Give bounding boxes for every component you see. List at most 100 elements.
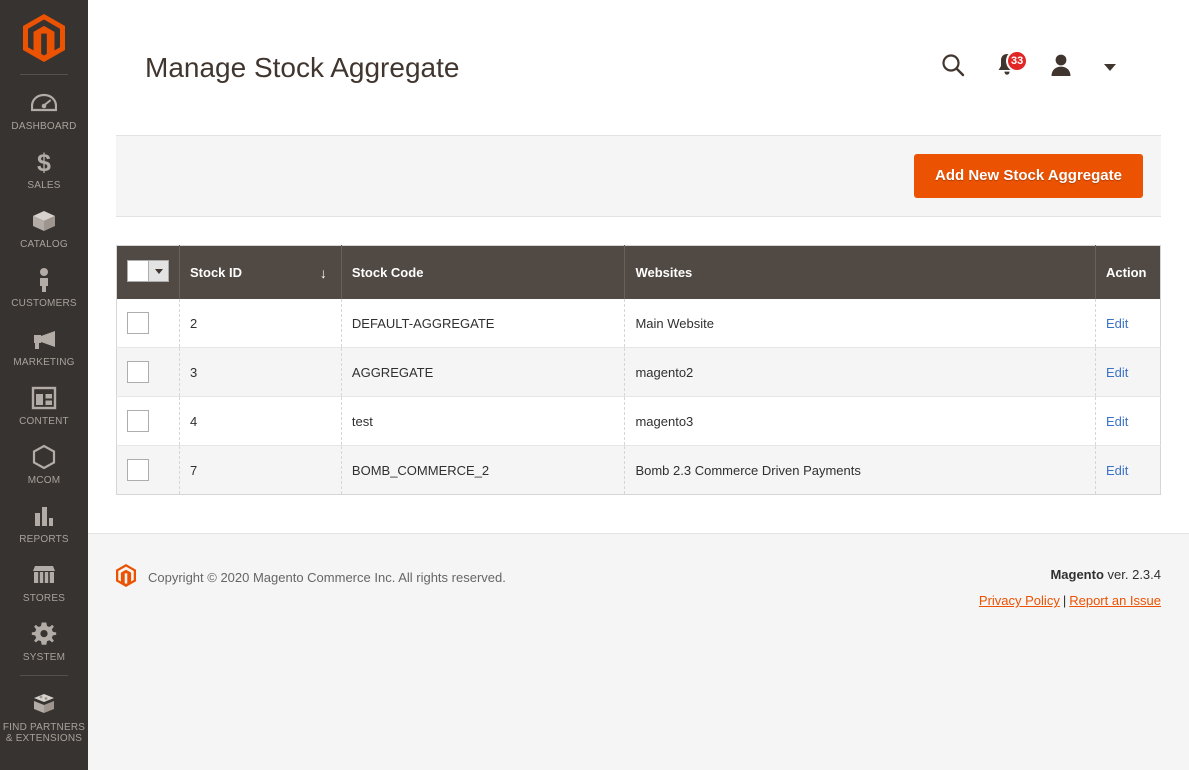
magento-brand-label: Magento <box>1050 567 1104 582</box>
page-footer: Copyright © 2020 Magento Commerce Inc. A… <box>88 533 1189 770</box>
sidebar-item-sales[interactable]: $ Sales <box>0 140 88 199</box>
sidebar-item-marketing[interactable]: Marketing <box>0 317 88 376</box>
copyright-block: Copyright © 2020 Magento Commerce Inc. A… <box>116 564 506 590</box>
sidebar-item-label: System <box>22 652 66 663</box>
sidebar-item-mcom[interactable]: MCOM <box>0 435 88 494</box>
chevron-down-icon <box>154 268 163 274</box>
sidebar-item-system[interactable]: System <box>0 612 88 671</box>
cell-stock-code: BOMB_COMMERCE_2 <box>341 445 626 495</box>
search-button[interactable] <box>926 48 980 88</box>
page-actions-toolbar: Add New Stock Aggregate <box>116 136 1161 217</box>
copyright-text: Copyright © 2020 Magento Commerce Inc. A… <box>148 569 506 585</box>
cell-stock-code: DEFAULT-AGGREGATE <box>341 299 626 348</box>
edit-link[interactable]: Edit <box>1106 414 1128 429</box>
account-button[interactable] <box>1034 48 1088 88</box>
main-content: Manage Stock Aggregate 33 Add New Stock … <box>88 0 1189 770</box>
grid-body: 2 DEFAULT-AGGREGATE Main Website Edit 3 … <box>116 299 1161 495</box>
magento-logo[interactable] <box>0 10 88 70</box>
select-all-checkbox[interactable] <box>127 260 149 282</box>
user-icon <box>1049 52 1073 83</box>
edit-link[interactable]: Edit <box>1106 316 1128 331</box>
edit-link[interactable]: Edit <box>1106 463 1128 478</box>
sidebar-item-label: Stores <box>22 593 66 604</box>
grid-head: Stock ID ↓ Stock Code Websites Action <box>116 245 1161 299</box>
column-header-stock-code[interactable]: Stock Code <box>341 245 626 299</box>
cell-websites: Bomb 2.3 Commerce Driven Payments <box>624 445 1097 495</box>
privacy-policy-link[interactable]: Privacy Policy <box>979 593 1060 608</box>
sidebar-item-catalog[interactable]: Catalog <box>0 199 88 258</box>
svg-text:$: $ <box>37 149 51 175</box>
column-header-action: Action <box>1095 245 1161 299</box>
admin-page: Dashboard $ Sales Catalog <box>0 0 1189 770</box>
table-row[interactable]: 2 DEFAULT-AGGREGATE Main Website Edit <box>116 299 1161 348</box>
column-header-stock-id[interactable]: Stock ID ↓ <box>179 245 342 299</box>
bricks-icon <box>31 691 57 717</box>
sidebar-item-customers[interactable]: Customers <box>0 258 88 317</box>
table-row[interactable]: 7 BOMB_COMMERCE_2 Bomb 2.3 Commerce Driv… <box>116 445 1161 495</box>
row-checkbox-cell <box>116 396 180 446</box>
hexagon-icon <box>32 444 56 470</box>
column-label: Action <box>1106 265 1147 280</box>
sidebar-item-content[interactable]: Content <box>0 376 88 435</box>
magento-logo-icon <box>116 564 136 590</box>
chevron-down-icon <box>1103 59 1117 77</box>
row-checkbox-cell <box>116 445 180 495</box>
footer-version-block: Magento ver. 2.3.4 Privacy Policy | Report… <box>979 564 1161 612</box>
row-checkbox[interactable] <box>127 410 149 432</box>
cell-stock-code: test <box>341 396 626 446</box>
cell-websites: Main Website <box>624 299 1097 348</box>
magento-logo-icon <box>23 13 65 67</box>
sidebar-item-reports[interactable]: Reports <box>0 494 88 553</box>
gear-icon <box>31 621 57 647</box>
dashboard-icon <box>31 90 57 116</box>
cell-stock-code: AGGREGATE <box>341 347 626 397</box>
layout-icon <box>31 385 57 411</box>
column-label: Stock ID <box>190 265 243 280</box>
report-issue-link[interactable]: Report an Issue <box>1069 593 1161 608</box>
row-checkbox[interactable] <box>127 312 149 334</box>
column-label: Stock Code <box>351 265 424 280</box>
dollar-icon: $ <box>34 149 54 175</box>
stock-aggregate-grid: Stock ID ↓ Stock Code Websites Action 2 … <box>116 245 1161 495</box>
bar-chart-icon <box>32 503 56 529</box>
sidebar-item-stores[interactable]: Stores <box>0 553 88 612</box>
notifications-badge: 33 <box>1006 49 1029 72</box>
sidebar-item-find-partners[interactable]: Find Partners & Extensions <box>0 682 88 752</box>
sidebar-item-label: Dashboard <box>11 121 77 132</box>
footer-link-separator: | <box>1062 593 1067 608</box>
sidebar-item-label: Customers <box>11 298 77 309</box>
column-header-websites[interactable]: Websites <box>624 245 1097 299</box>
grid-table: Stock ID ↓ Stock Code Websites Action 2 … <box>116 245 1161 495</box>
sidebar-item-label: Find Partners & Extensions <box>2 722 86 744</box>
row-checkbox[interactable] <box>127 361 149 383</box>
add-new-stock-aggregate-button[interactable]: Add New Stock Aggregate <box>914 154 1143 198</box>
row-checkbox-cell <box>116 347 180 397</box>
notifications-button[interactable]: 33 <box>980 48 1034 88</box>
massaction-control[interactable] <box>127 260 169 282</box>
cell-action: Edit <box>1095 347 1161 397</box>
cell-action: Edit <box>1095 299 1161 348</box>
cell-websites: magento3 <box>624 396 1097 446</box>
row-checkbox-cell <box>116 299 180 348</box>
megaphone-icon <box>31 326 57 352</box>
cell-stock-id: 3 <box>179 347 342 397</box>
cell-action: Edit <box>1095 445 1161 495</box>
cell-websites: magento2 <box>624 347 1097 397</box>
account-menu-toggle[interactable] <box>1088 48 1132 88</box>
cell-stock-id: 2 <box>179 299 342 348</box>
cell-stock-id: 7 <box>179 445 342 495</box>
sidebar-item-label: Content <box>19 416 69 427</box>
sidebar-item-label: Sales <box>27 180 61 191</box>
cell-action: Edit <box>1095 396 1161 446</box>
page-header: Manage Stock Aggregate 33 <box>116 0 1161 136</box>
footer-links: Privacy Policy | Report an Issue <box>979 590 1161 612</box>
edit-link[interactable]: Edit <box>1106 365 1128 380</box>
page-title: Manage Stock Aggregate <box>145 51 460 83</box>
sidebar-item-label: Reports <box>19 534 69 545</box>
row-checkbox[interactable] <box>127 459 149 481</box>
table-row[interactable]: 4 test magento3 Edit <box>116 396 1161 446</box>
sidebar-item-dashboard[interactable]: Dashboard <box>0 81 88 140</box>
table-row[interactable]: 3 AGGREGATE magento2 Edit <box>116 347 1161 397</box>
select-all-dropdown-toggle[interactable] <box>149 260 169 282</box>
sort-descending-icon: ↓ <box>319 264 327 281</box>
